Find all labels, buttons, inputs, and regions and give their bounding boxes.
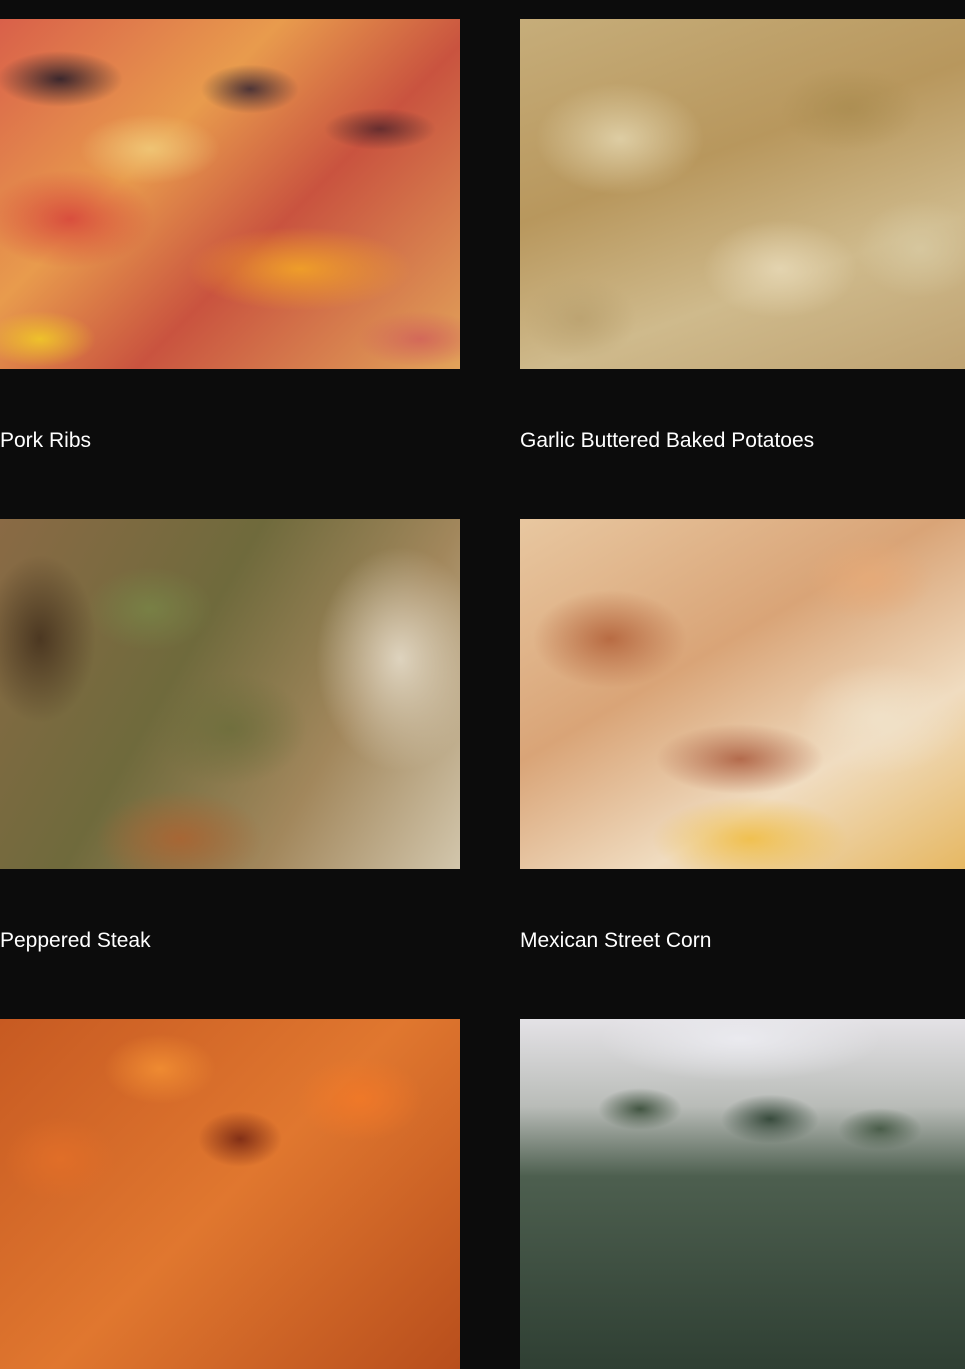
pork-ribs-photo[interactable] [0, 19, 460, 369]
candied-yams-photo[interactable] [0, 1019, 460, 1369]
garlic-potatoes-photo[interactable] [520, 19, 965, 369]
menu-item-peppered-steak[interactable]: Peppered Steak [0, 519, 460, 952]
menu-item-yams[interactable] [0, 1019, 460, 1369]
collard-greens-photo[interactable] [520, 1019, 965, 1369]
menu-item-street-corn[interactable]: Mexican Street Corn [520, 519, 965, 952]
peppered-steak-photo[interactable] [0, 519, 460, 869]
menu-item-title[interactable]: Pork Ribs [0, 429, 91, 453]
street-corn-photo[interactable] [520, 519, 965, 869]
menu-item-title[interactable]: Peppered Steak [0, 929, 151, 953]
menu-item-garlic-potatoes[interactable]: Garlic Buttered Baked Potatoes [520, 19, 965, 452]
menu-item-pork-ribs[interactable]: Pork Ribs [0, 19, 460, 452]
menu-item-title[interactable]: Garlic Buttered Baked Potatoes [520, 429, 814, 453]
menu-item-greens[interactable] [520, 1019, 965, 1369]
menu-item-title[interactable]: Mexican Street Corn [520, 929, 711, 953]
